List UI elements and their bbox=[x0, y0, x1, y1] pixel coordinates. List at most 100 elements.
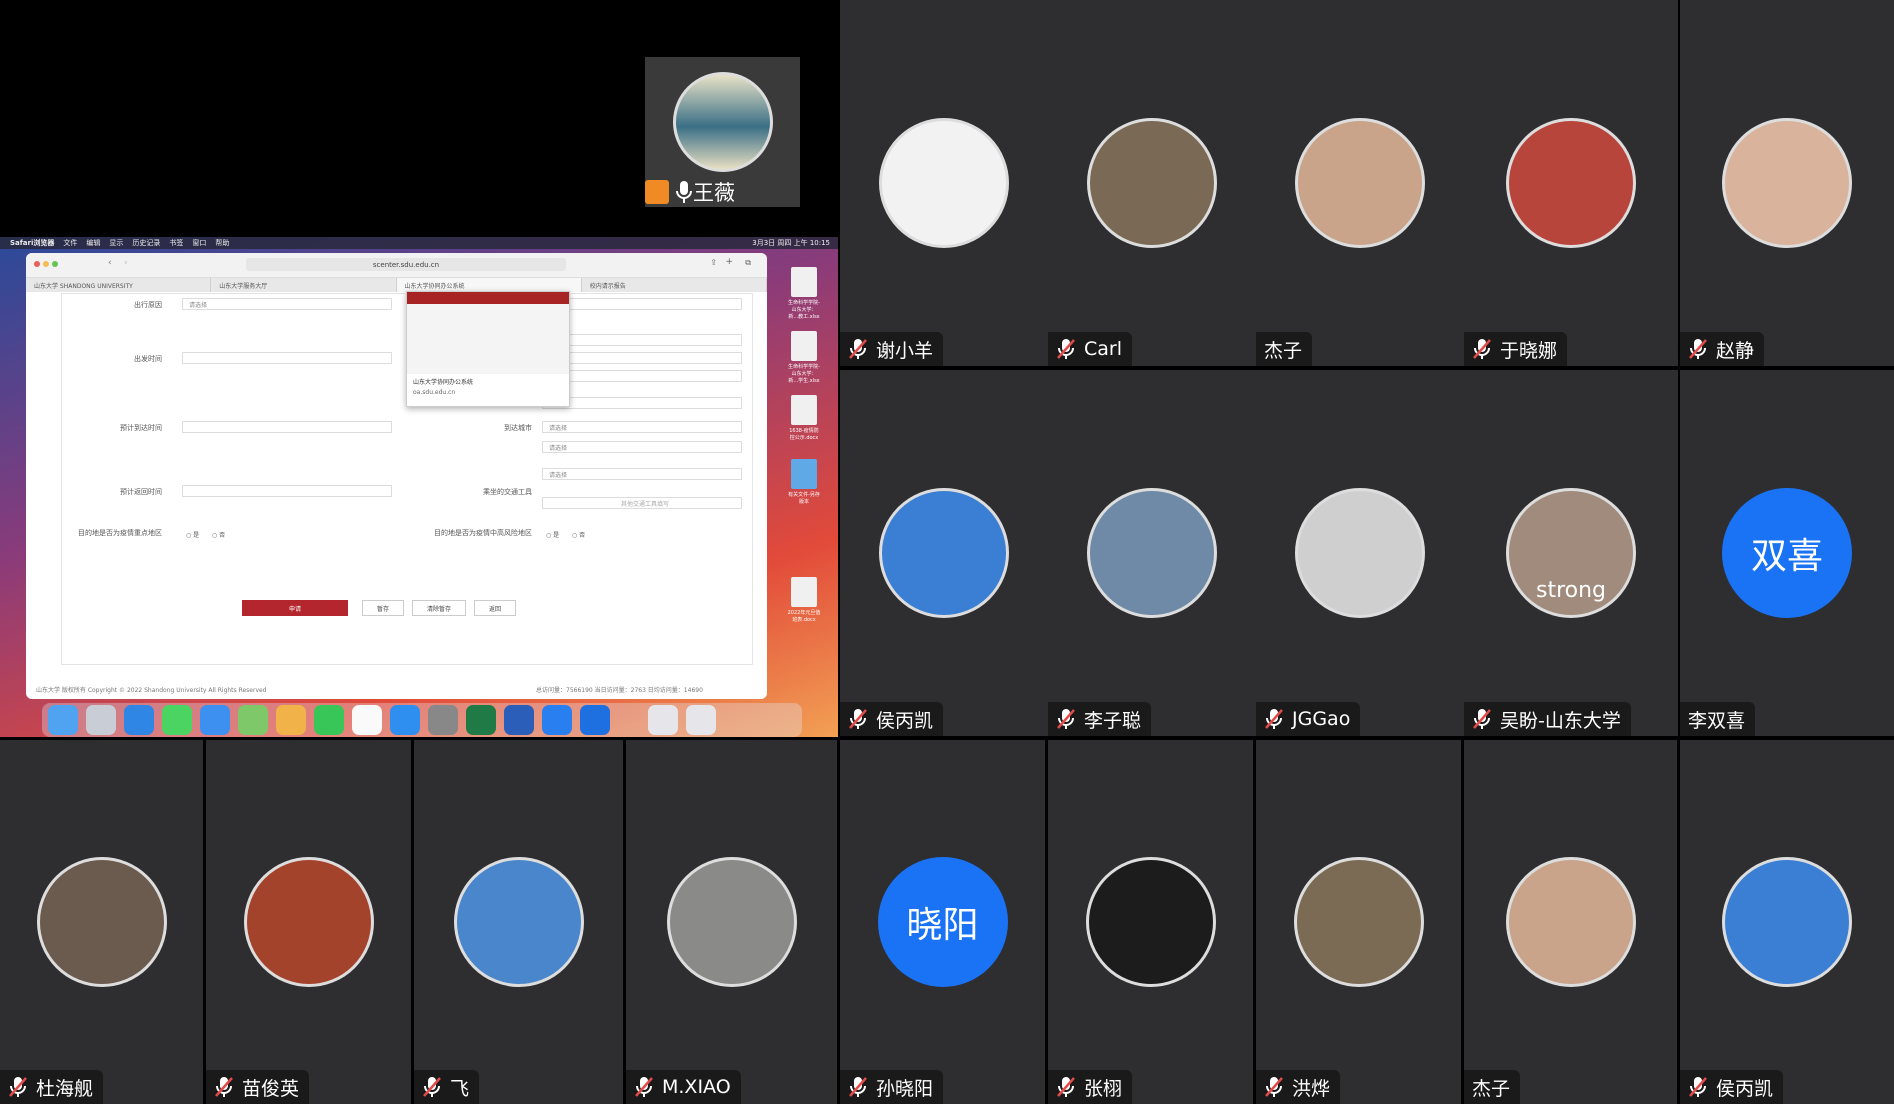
participant-namebar: 张栩 bbox=[1048, 1070, 1133, 1104]
settings-icon[interactable] bbox=[428, 705, 458, 735]
high-risk-label: 目的地是否为疫情中高风险地区 bbox=[434, 529, 532, 537]
participant-tile[interactable]: Carl bbox=[1048, 0, 1256, 366]
tab-report[interactable]: 校内请示报告 bbox=[582, 278, 767, 292]
participant-tile[interactable]: JGGao bbox=[1256, 370, 1464, 736]
avatar-cat: strong bbox=[1506, 488, 1636, 618]
right-select-2[interactable] bbox=[542, 352, 742, 364]
other-transport-input[interactable]: 其他交通工具填写 bbox=[542, 497, 742, 509]
avatar-cartoon bbox=[879, 118, 1009, 248]
new-tab-icon[interactable]: + bbox=[725, 257, 733, 267]
maps-icon[interactable] bbox=[238, 705, 268, 735]
desktop-file[interactable]: 生命科学学院-山东大学：新...教工.xlsx bbox=[787, 267, 821, 320]
arrive-province-select[interactable]: 请选择 bbox=[542, 421, 742, 433]
desktop-file[interactable]: 1638-疫情防控公示.docx bbox=[787, 395, 821, 441]
mic-muted-icon bbox=[849, 1077, 867, 1097]
participant-tile[interactable]: 谢小羊 bbox=[840, 0, 1048, 366]
clear-draft-button[interactable]: 清除暂存 bbox=[412, 600, 466, 616]
participant-tile[interactable]: 双喜 李双喜 bbox=[1680, 370, 1894, 736]
participant-tile[interactable]: 杜海舰 bbox=[0, 740, 203, 1104]
return-date-input[interactable] bbox=[182, 485, 392, 497]
participant-name: 于晓娜 bbox=[1500, 339, 1558, 362]
transport-select[interactable]: 请选择 bbox=[542, 468, 742, 480]
back-button[interactable]: 返回 bbox=[474, 600, 516, 616]
preview-title: 山东大学协同办公系统 bbox=[413, 379, 474, 386]
forward-icon[interactable]: › bbox=[124, 258, 128, 268]
avatar-books bbox=[1295, 118, 1425, 248]
participant-tile[interactable]: 于晓娜 bbox=[1464, 0, 1678, 366]
tab-overview-icon[interactable]: ⧉ bbox=[745, 258, 751, 268]
participant-tile[interactable]: M.XIAO bbox=[626, 740, 837, 1104]
trash-icon[interactable] bbox=[686, 705, 716, 735]
calendar-icon[interactable] bbox=[352, 705, 382, 735]
photos-icon[interactable] bbox=[276, 705, 306, 735]
appstore-icon[interactable] bbox=[390, 705, 420, 735]
xlsx-file-icon bbox=[791, 267, 817, 297]
high-risk-yes-radio[interactable]: ○ 是 bbox=[546, 530, 559, 539]
risk-yes-radio[interactable]: ○ 是 bbox=[186, 530, 199, 539]
right-select-1[interactable] bbox=[542, 334, 742, 346]
url-text: scenter.sdu.edu.cn bbox=[372, 260, 440, 269]
mic-muted-icon bbox=[1265, 1077, 1283, 1097]
participant-tile[interactable]: 张栩 bbox=[1048, 740, 1253, 1104]
participant-tile[interactable]: 晓阳 孙晓阳 bbox=[840, 740, 1045, 1104]
file-label: 1638-疫情防控公示.docx bbox=[789, 428, 819, 441]
app-icon[interactable] bbox=[580, 705, 610, 735]
back-icon[interactable]: ‹ bbox=[108, 258, 112, 268]
mic-muted-icon bbox=[1689, 339, 1707, 359]
participant-namebar: 侯丙凯 bbox=[1680, 1070, 1784, 1104]
downloads-icon[interactable] bbox=[648, 705, 678, 735]
participant-tile[interactable]: 杰子 bbox=[1256, 0, 1464, 366]
participant-tile[interactable]: 侯丙凯 bbox=[840, 370, 1048, 736]
safari-icon[interactable] bbox=[124, 705, 154, 735]
participant-tile[interactable]: strong 吴盼-山东大学 bbox=[1464, 370, 1678, 736]
avatar-photo-man bbox=[1087, 118, 1217, 248]
participant-tile[interactable]: 洪烨 bbox=[1256, 740, 1461, 1104]
finder-icon[interactable] bbox=[48, 705, 78, 735]
arrive-date-input[interactable] bbox=[182, 421, 392, 433]
desktop-folder[interactable]: 有关文件-另存版本 bbox=[787, 459, 821, 505]
tab-oa[interactable]: 山东大学协同办公系统 bbox=[396, 278, 582, 292]
participant-namebar: 侯丙凯 bbox=[840, 702, 944, 736]
footer-stats: 总访问量：7566190 当日访问量：2763 日均访问量：14690 bbox=[536, 687, 703, 694]
reason-select[interactable]: 请选择 bbox=[182, 298, 392, 310]
reason-extra-input[interactable] bbox=[542, 298, 742, 310]
launchpad-icon[interactable] bbox=[86, 705, 116, 735]
tab-sdu[interactable]: 山东大学 SHANDONG UNIVERSITY bbox=[26, 278, 212, 292]
participant-tile[interactable]: 苗俊英 bbox=[206, 740, 411, 1104]
arrive-city-select[interactable]: 请选择 bbox=[542, 441, 742, 453]
risk-no-radio[interactable]: ○ 否 bbox=[212, 530, 225, 539]
save-draft-button[interactable]: 暂存 bbox=[362, 600, 404, 616]
mic-muted-icon bbox=[1473, 709, 1491, 729]
right-select-3[interactable] bbox=[542, 370, 742, 382]
right-select-4[interactable] bbox=[542, 397, 742, 409]
messages-icon[interactable] bbox=[162, 705, 192, 735]
participant-tile[interactable]: 赵静 bbox=[1680, 0, 1894, 366]
address-bar[interactable]: scenter.sdu.edu.cn bbox=[246, 258, 566, 271]
depart-date-input[interactable] bbox=[182, 352, 392, 364]
participant-tile[interactable]: 飞 bbox=[414, 740, 623, 1104]
desktop-file[interactable]: 2022年元旦值班表.docx bbox=[787, 577, 821, 623]
self-avatar bbox=[672, 72, 773, 172]
tencent-meeting-icon[interactable] bbox=[542, 705, 572, 735]
word-icon[interactable] bbox=[504, 705, 534, 735]
excel-icon[interactable] bbox=[466, 705, 496, 735]
participant-name: 杜海舰 bbox=[36, 1077, 94, 1100]
participant-tile[interactable]: 李子聪 bbox=[1048, 370, 1256, 736]
tab-service-hall[interactable]: 山东大学服务大厅 bbox=[211, 278, 397, 292]
facetime-icon[interactable] bbox=[314, 705, 344, 735]
mic-muted-icon bbox=[1057, 1077, 1075, 1097]
avatar-city-river bbox=[1087, 488, 1217, 618]
desktop-file[interactable]: 生命科学学院-山东大学：新...学生.xlsx bbox=[787, 331, 821, 384]
folder-icon bbox=[791, 459, 817, 489]
participant-namebar: 飞 bbox=[414, 1070, 480, 1104]
mail-icon[interactable] bbox=[200, 705, 230, 735]
participant-name: M.XIAO bbox=[662, 1076, 731, 1098]
participant-tile[interactable]: 侯丙凯 bbox=[1680, 740, 1894, 1104]
participant-tile[interactable]: 杰子 bbox=[1464, 740, 1677, 1104]
high-risk-no-radio[interactable]: ○ 否 bbox=[572, 530, 585, 539]
share-icon[interactable]: ⇪ bbox=[710, 258, 717, 267]
participant-name: 飞 bbox=[450, 1077, 470, 1100]
tab-preview-tooltip: 山东大学协同办公系统 oa.sdu.edu.cn bbox=[406, 291, 570, 407]
tab-label: 山东大学服务大厅 bbox=[219, 282, 268, 290]
submit-button[interactable]: 申请 bbox=[242, 600, 348, 616]
